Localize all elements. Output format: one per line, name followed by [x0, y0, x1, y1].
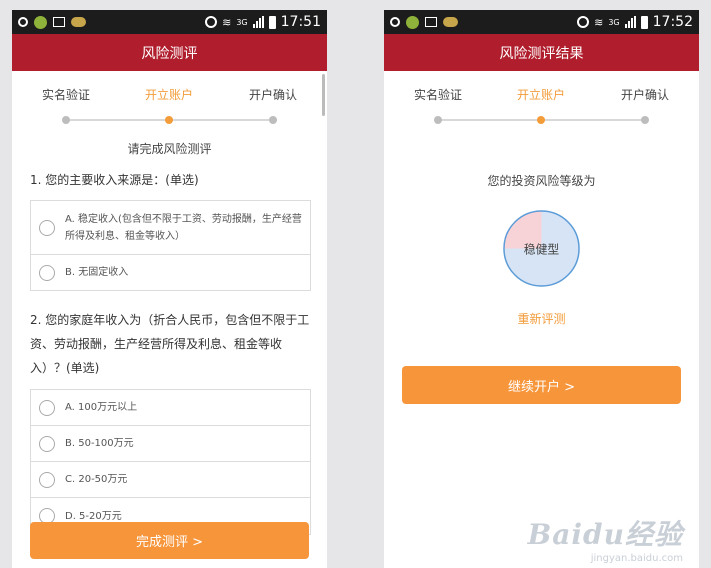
- page-title: 风险测评: [12, 34, 327, 71]
- radio-icon[interactable]: [39, 219, 55, 236]
- signal-icon: [624, 16, 636, 28]
- risk-level-caption: 您的投资风险等级为: [487, 174, 596, 188]
- step-dot-open-account: [165, 116, 173, 124]
- option-label: A. 稳定收入(包含但不限于工资、劳动报酬，生产经营所得及利息、租金等收入）: [65, 213, 302, 242]
- question-1-options: A. 稳定收入(包含但不限于工资、劳动报酬，生产经营所得及利息、租金等收入） B…: [30, 200, 311, 291]
- watermark-logo: Baidu经验: [527, 518, 683, 551]
- radio-icon[interactable]: [39, 435, 55, 452]
- step-label-verify: 实名验证: [41, 88, 91, 102]
- radio-icon[interactable]: [39, 399, 55, 416]
- step-dot-confirm: [269, 116, 277, 124]
- image-icon: [53, 17, 65, 27]
- clock: 17:52: [652, 14, 693, 30]
- progress-steps: 实名验证 开立账户 开户确认: [384, 71, 699, 141]
- battery-icon: [268, 15, 276, 29]
- radio-icon[interactable]: [39, 264, 55, 281]
- option-q2-a[interactable]: A. 100万元以上: [31, 390, 310, 426]
- option-label: A. 100万元以上: [65, 402, 138, 413]
- question-1-title: 1. 您的主要收入来源是：(单选): [30, 173, 199, 187]
- status-bar: ≋ 3G 17:51: [12, 10, 327, 34]
- search-icon: [18, 17, 28, 27]
- option-q2-c[interactable]: C. 20-50万元: [31, 462, 310, 498]
- step-dot-verify: [434, 116, 442, 124]
- step-dot-verify: [62, 116, 70, 124]
- scrollbar[interactable]: [322, 74, 325, 116]
- question-2-title: 2. 您的家庭年收入为（折合人民币，包含但不限于工资、劳动报酬，生产经营所得及利…: [30, 313, 310, 375]
- step-label-open-account: 开立账户: [144, 88, 194, 102]
- option-label: B. 50-100万元: [65, 438, 134, 449]
- status-bar: ≋ 3G 17:52: [384, 10, 699, 34]
- phone-screen-right: ≋ 3G 17:52 风险测评结果 实名验证 开立账户 开户确认 您的投资风险等…: [384, 10, 699, 568]
- step-label-confirm: 开户确认: [248, 88, 298, 102]
- app-notification-icon: [34, 15, 47, 29]
- option-label: B. 无固定收入: [65, 267, 129, 278]
- progress-steps: 实名验证 开立账户 开户确认: [12, 71, 327, 141]
- option-q1-a[interactable]: A. 稳定收入(包含但不限于工资、劳动报酬，生产经营所得及利息、租金等收入）: [31, 201, 310, 255]
- network-type: 3G: [608, 17, 620, 27]
- page-title: 风险测评结果: [384, 34, 699, 71]
- signal-icon: [252, 16, 264, 28]
- complete-evaluation-button[interactable]: 完成测评 >: [30, 522, 309, 559]
- phone-screen-left: ≋ 3G 17:51 风险测评 实名验证 开立账户 开户确认 请完成风险测评 1…: [12, 10, 327, 568]
- weather-icon: [443, 17, 458, 27]
- step-label-open-account: 开立账户: [516, 88, 566, 102]
- watermark-url: jingyan.baidu.com: [590, 553, 683, 564]
- alarm-icon: [205, 16, 218, 28]
- search-icon: [390, 17, 400, 27]
- wifi-icon: ≋: [594, 15, 604, 29]
- alarm-icon: [577, 16, 590, 28]
- option-q1-b[interactable]: B. 无固定收入: [31, 255, 310, 290]
- weather-icon: [71, 17, 86, 27]
- continue-open-account-button[interactable]: 继续开户 >: [402, 366, 681, 404]
- step-label-verify: 实名验证: [413, 88, 463, 102]
- image-icon: [425, 17, 437, 27]
- network-type: 3G: [236, 17, 248, 27]
- battery-icon: [640, 15, 648, 29]
- wifi-icon: ≋: [222, 15, 232, 29]
- step-dot-confirm: [641, 116, 649, 124]
- step-label-confirm: 开户确认: [620, 88, 670, 102]
- baidu-watermark: Baidu经验 jingyan.baidu.com: [528, 513, 683, 564]
- risk-pie-chart: 稳健型: [503, 210, 580, 287]
- option-q2-b[interactable]: B. 50-100万元: [31, 426, 310, 462]
- clock: 17:51: [280, 14, 321, 30]
- question-2-options: A. 100万元以上 B. 50-100万元 C. 20-50万元 D. 5-2…: [30, 389, 311, 535]
- option-label: C. 20-50万元: [65, 474, 128, 485]
- risk-level-text: 稳健型: [524, 242, 560, 256]
- step-dot-open-account: [537, 116, 545, 124]
- evaluation-hint: 请完成风险测评: [127, 142, 212, 156]
- reevaluate-link[interactable]: 重新评测: [384, 310, 699, 327]
- radio-icon[interactable]: [39, 471, 55, 488]
- app-notification-icon: [406, 15, 419, 29]
